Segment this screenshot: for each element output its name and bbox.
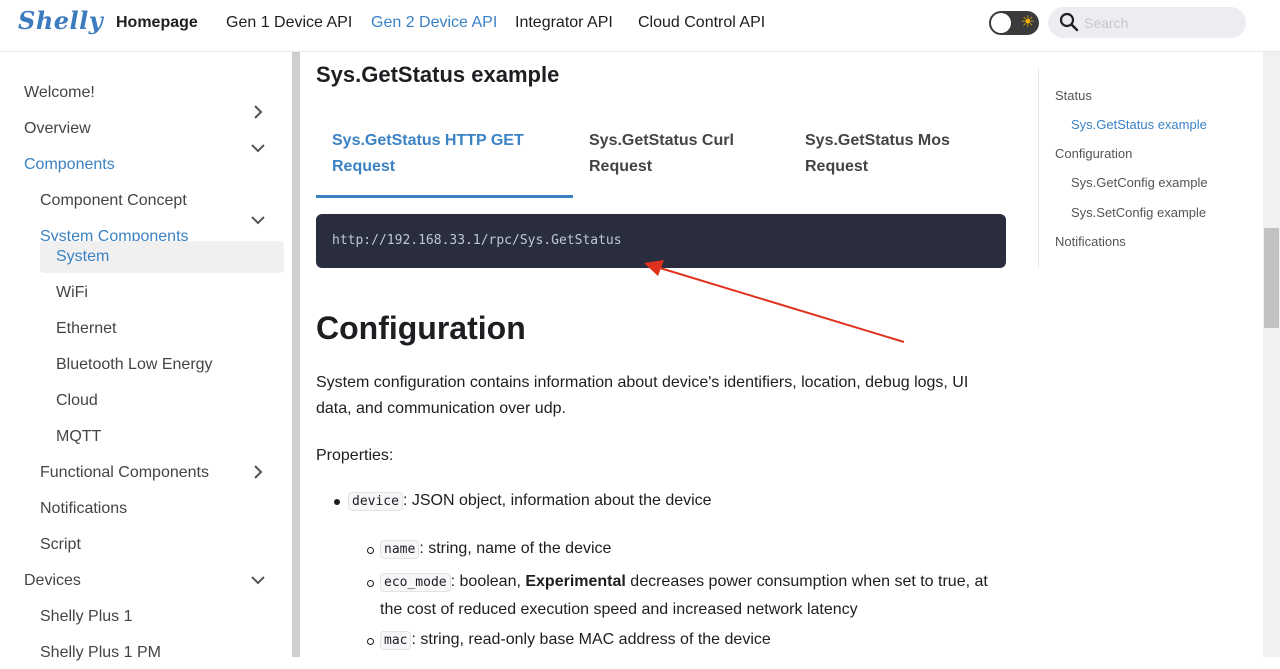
bullet-icon <box>367 638 374 645</box>
list-item-text: : string, read-only base MAC address of … <box>411 631 771 648</box>
sidebar-item-notifications[interactable]: Notifications <box>40 493 127 525</box>
sidebar-item-overview[interactable]: Overview <box>24 113 91 145</box>
sidebar-item-wifi[interactable]: WiFi <box>56 277 88 309</box>
list-item-name: name: string, name of the device <box>380 535 611 564</box>
sidebar-item-functional-components[interactable]: Functional Components <box>40 457 209 489</box>
chevron-down-icon[interactable] <box>250 212 266 228</box>
page-scrollbar-thumb[interactable] <box>1264 228 1279 328</box>
list-item-text: : string, name of the device <box>419 540 612 557</box>
inline-code: mac <box>380 631 412 650</box>
sidebar-item-ethernet[interactable]: Ethernet <box>56 313 116 345</box>
chevron-down-icon[interactable] <box>250 140 266 156</box>
bullet-icon <box>367 547 374 554</box>
code-text: http://192.168.33.1/rpc/Sys.GetStatus <box>332 233 622 248</box>
sidebar-item-cloud[interactable]: Cloud <box>56 385 98 417</box>
sidebar-item-mqtt[interactable]: MQTT <box>56 421 101 453</box>
sidebar-item-devices[interactable]: Devices <box>24 565 81 597</box>
sun-icon: ☀ <box>1020 14 1035 31</box>
nav-cloud-control-api[interactable]: Cloud Control API <box>638 14 765 32</box>
inline-code: name <box>380 540 420 559</box>
nav-gen1-api[interactable]: Gen 1 Device API <box>226 14 352 32</box>
toc-item-sys-setconfig-example[interactable]: Sys.SetConfig example <box>1071 205 1206 220</box>
toc-item-notifications[interactable]: Notifications <box>1055 234 1126 249</box>
configuration-heading: Configuration <box>316 310 526 346</box>
sidebar-item-components[interactable]: Components <box>24 149 115 181</box>
configuration-paragraph: System configuration contains informatio… <box>316 374 969 417</box>
tab-label-line1: Sys.GetStatus Curl <box>589 132 734 149</box>
chevron-right-icon[interactable] <box>250 104 266 120</box>
toc-item-status[interactable]: Status <box>1055 88 1092 103</box>
sidebar-item-shelly-plus-1[interactable]: Shelly Plus 1 <box>40 601 133 633</box>
sidebar-item-system[interactable]: System <box>40 241 284 273</box>
sidebar-item-component-concept[interactable]: Component Concept <box>40 185 187 217</box>
inline-code: eco_mode <box>380 573 451 592</box>
docs-sidebar: Welcome! Overview Components Component C… <box>0 52 292 661</box>
list-item-device: device: JSON object, information about t… <box>348 487 712 516</box>
properties-label: Properties: <box>316 447 394 464</box>
top-navbar: Shelly Homepage Gen 1 Device API Gen 2 D… <box>0 0 1280 52</box>
tab-label-line2: Request <box>332 158 396 175</box>
search-box[interactable] <box>1048 7 1246 38</box>
list-item-text: decreases power consumption when set to … <box>625 573 988 590</box>
code-block[interactable]: http://192.168.33.1/rpc/Sys.GetStatus <box>316 214 1006 268</box>
list-item-text: : JSON object, information about the dev… <box>402 492 712 509</box>
tab-label-line2: Request <box>805 158 869 175</box>
tab-http-get[interactable]: Sys.GetStatus HTTP GET Request <box>332 128 524 180</box>
toc-item-sys-getconfig-example[interactable]: Sys.GetConfig example <box>1071 175 1208 190</box>
toc-divider <box>1038 68 1039 268</box>
page-scrollbar[interactable] <box>1263 52 1280 657</box>
experimental-label: Experimental <box>525 573 626 590</box>
tab-label-line1: Sys.GetStatus HTTP GET <box>332 132 524 149</box>
search-icon <box>1059 12 1079 32</box>
sidebar-item-bluetooth[interactable]: Bluetooth Low Energy <box>56 349 213 381</box>
toc-item-sys-getstatus-example[interactable]: Sys.GetStatus example <box>1071 117 1207 132</box>
tab-label-line1: Sys.GetStatus Mos <box>805 132 950 149</box>
theme-toggle[interactable]: ☀ <box>989 11 1039 35</box>
tab-curl[interactable]: Sys.GetStatus Curl Request <box>589 128 734 180</box>
list-item-eco-mode: eco_mode: boolean, Experimental decrease… <box>380 568 988 597</box>
toc-item-configuration[interactable]: Configuration <box>1055 146 1132 161</box>
toggle-knob <box>991 13 1011 33</box>
nav-gen2-api[interactable]: Gen 2 Device API <box>371 14 497 32</box>
sidebar-item-script[interactable]: Script <box>40 529 81 561</box>
bullet-icon <box>367 580 374 587</box>
active-tab-indicator <box>316 195 573 198</box>
tab-mos[interactable]: Sys.GetStatus Mos Request <box>805 128 950 180</box>
chevron-right-icon[interactable] <box>250 464 266 480</box>
list-item-mac: mac: string, read-only base MAC address … <box>380 626 771 655</box>
tab-label-line2: Request <box>589 158 653 175</box>
list-item-text: : boolean, <box>450 573 526 590</box>
sidebar-item-shelly-plus-1pm[interactable]: Shelly Plus 1 PM <box>40 637 161 669</box>
shelly-logo[interactable]: Shelly <box>18 6 103 35</box>
nav-integrator-api[interactable]: Integrator API <box>515 14 613 32</box>
sidebar-scrollbar[interactable] <box>292 52 300 657</box>
chevron-down-icon[interactable] <box>250 572 266 588</box>
search-input[interactable] <box>1082 11 1236 35</box>
inline-code: device <box>348 492 403 511</box>
sidebar-item-welcome[interactable]: Welcome! <box>24 77 95 109</box>
list-item-eco-mode-line2: the cost of reduced execution speed and … <box>380 601 858 618</box>
example-heading: Sys.GetStatus example <box>316 62 560 87</box>
nav-homepage[interactable]: Homepage <box>116 14 198 32</box>
bullet-icon <box>334 499 340 505</box>
